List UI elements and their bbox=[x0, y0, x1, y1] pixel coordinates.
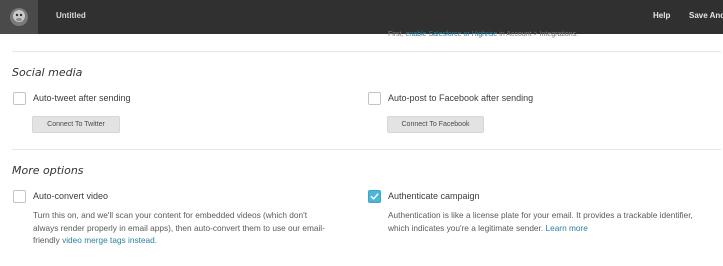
auto-convert-video-checkbox[interactable] bbox=[13, 190, 26, 203]
auto-convert-video-description: Turn this on, and we'll scan your conten… bbox=[33, 209, 363, 247]
hint-suffix: in Account > Integrations. bbox=[497, 31, 579, 38]
auth-desc-line: which indicates you're a legitimate send… bbox=[388, 222, 722, 235]
enable-integrations-link[interactable]: enable Salesforce or Highrise bbox=[406, 31, 498, 38]
video-desc-line: Turn this on, and we'll scan your conten… bbox=[33, 210, 308, 220]
checkmark-icon bbox=[370, 193, 379, 200]
section-divider bbox=[12, 149, 721, 150]
learn-more-link[interactable]: Learn more bbox=[545, 223, 587, 233]
help-link[interactable]: Help bbox=[653, 11, 670, 20]
auto-post-facebook-checkbox[interactable] bbox=[368, 92, 381, 105]
video-desc-line: friendly video merge tags instead. bbox=[33, 234, 363, 247]
video-merge-tags-link[interactable]: video merge tags instead. bbox=[62, 235, 157, 245]
auth-desc-text: which indicates you're a legitimate send… bbox=[388, 222, 546, 233]
auto-tweet-label[interactable]: Auto-tweet after sending bbox=[33, 93, 131, 103]
video-desc-line: always render properly in email apps), t… bbox=[33, 222, 325, 233]
logo-button[interactable] bbox=[0, 0, 38, 34]
social-media-heading: Social media bbox=[12, 66, 83, 79]
campaign-title[interactable]: Untitled bbox=[56, 11, 86, 20]
connect-facebook-button[interactable]: Connect To Facebook bbox=[387, 116, 484, 133]
chimp-logo-icon bbox=[10, 8, 28, 26]
auth-desc-line: Authentication is like a license plate f… bbox=[388, 210, 693, 220]
top-bar: Untitled Help Save And bbox=[0, 0, 723, 34]
authenticate-campaign-checkbox[interactable] bbox=[368, 190, 381, 203]
save-and-button[interactable]: Save And bbox=[689, 11, 723, 20]
more-options-heading: More options bbox=[12, 164, 84, 177]
integration-hint: First, enable Salesforce or Highrise in … bbox=[388, 31, 578, 38]
section-divider bbox=[12, 51, 721, 52]
video-desc-text: friendly bbox=[33, 235, 63, 245]
connect-twitter-button[interactable]: Connect To Twitter bbox=[32, 116, 120, 133]
authenticate-campaign-label[interactable]: Authenticate campaign bbox=[388, 191, 480, 201]
authenticate-campaign-description: Authentication is like a license plate f… bbox=[388, 209, 722, 234]
hint-prefix: First, bbox=[388, 31, 406, 38]
auto-tweet-checkbox[interactable] bbox=[13, 92, 26, 105]
auto-post-facebook-label[interactable]: Auto-post to Facebook after sending bbox=[388, 93, 533, 103]
auto-convert-video-label[interactable]: Auto-convert video bbox=[33, 191, 108, 201]
